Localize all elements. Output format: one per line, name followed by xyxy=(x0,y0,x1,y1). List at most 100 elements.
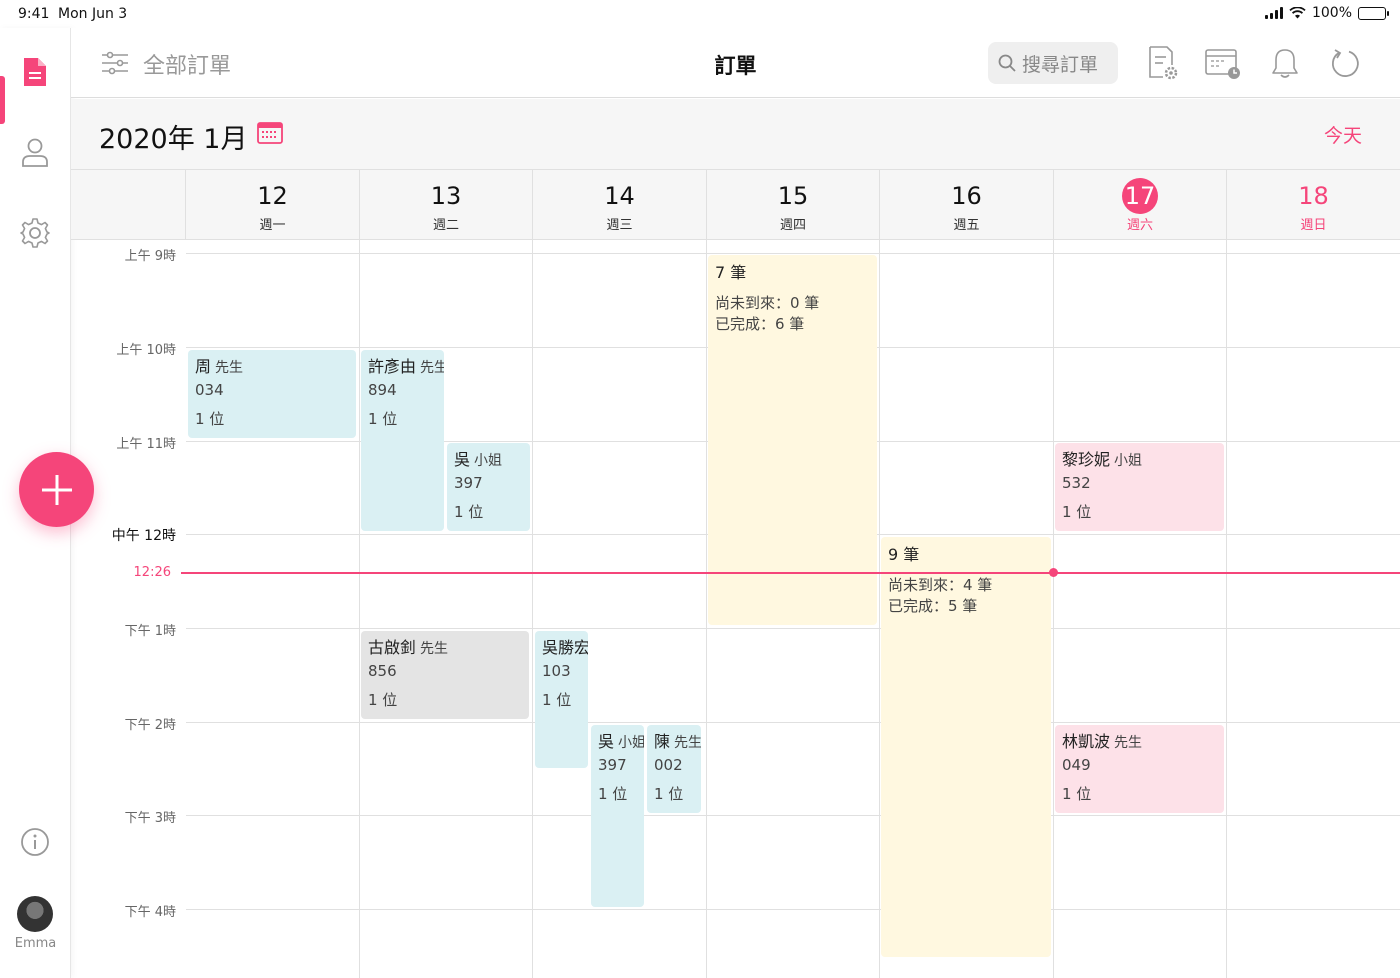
guest-name: 古啟釗 xyxy=(368,638,417,657)
day-column-fri[interactable]: 16 週五 xyxy=(879,170,1053,240)
sidebar-item-settings[interactable] xyxy=(17,215,53,251)
summary-count: 7 筆 xyxy=(715,263,747,282)
party-size: 1 位 xyxy=(542,691,572,709)
guest-name: 許彥由 xyxy=(368,357,417,376)
guest-name: 吳勝宏 xyxy=(542,638,588,657)
day-number: 14 xyxy=(604,182,635,210)
guest-title: 先生 xyxy=(420,641,449,657)
day-column-mon[interactable]: 12 週一 xyxy=(185,170,359,240)
info-icon xyxy=(21,828,49,856)
status-indicators: 100% xyxy=(1264,5,1389,21)
calendar-clock-icon xyxy=(1205,49,1240,79)
status-date: Mon Jun 3 xyxy=(58,6,128,22)
filter-label[interactable]: 全部訂單 xyxy=(143,48,231,80)
current-time-dot xyxy=(1049,568,1058,577)
reservation-card[interactable]: 陳先生 002 1 位 xyxy=(647,725,701,813)
day-summary-fri[interactable]: 9 筆 尚未到來：4 筆 已完成：5 筆 xyxy=(881,537,1051,957)
search-button[interactable]: 搜尋訂單 xyxy=(988,42,1118,84)
party-size: 1 位 xyxy=(368,691,398,709)
reservation-card[interactable]: 古啟釗 先生 856 1 位 xyxy=(361,631,529,719)
grid-column-line xyxy=(359,240,360,978)
refresh-icon xyxy=(1332,49,1359,77)
reservation-code: 397 xyxy=(454,474,483,492)
add-order-button[interactable] xyxy=(19,452,94,527)
day-number: 12 xyxy=(257,182,288,210)
battery-percent: 100% xyxy=(1311,5,1352,21)
day-name: 週日 xyxy=(1300,218,1327,233)
hour-label-noon: 中午 12時 xyxy=(111,528,176,544)
reservation-card[interactable]: 林凱波 先生 049 1 位 xyxy=(1055,725,1224,813)
today-button[interactable]: 今天 xyxy=(1324,121,1362,148)
party-size: 1 位 xyxy=(368,410,398,428)
reservation-card[interactable]: 吳小姐 397 1 位 xyxy=(447,443,530,531)
status-bar: 9:41 Mon Jun 3 100% xyxy=(0,0,1400,28)
calendar-clock-button[interactable] xyxy=(1204,44,1242,82)
hour-label: 上午 10時 xyxy=(116,343,176,358)
hour-label: 下午 3時 xyxy=(124,811,176,826)
filter-sliders-icon[interactable] xyxy=(101,50,129,76)
document-gear-icon xyxy=(1149,46,1178,80)
grid-column-line xyxy=(532,240,533,978)
day-summary-thu[interactable]: 7 筆 尚未到來：0 筆 已完成：6 筆 xyxy=(708,255,877,625)
page-title: 訂單 xyxy=(714,54,757,78)
day-header: 12 週一 13 週二 14 週三 15 週四 16 週五 17 週六 18 週日 xyxy=(71,169,1400,240)
month-header: 2020年 1月 今天 xyxy=(71,99,1400,169)
refresh-button[interactable] xyxy=(1327,44,1365,82)
hour-line xyxy=(186,722,1400,723)
day-name: 週四 xyxy=(779,218,806,233)
hour-label: 下午 4時 xyxy=(124,905,176,920)
bell-icon xyxy=(1272,49,1298,78)
hour-line xyxy=(186,253,1400,254)
day-column-thu[interactable]: 15 週四 xyxy=(706,170,879,240)
reservation-code: 002 xyxy=(654,756,683,774)
calendar-icon[interactable] xyxy=(257,121,283,145)
grid-column-line xyxy=(1226,240,1227,978)
day-number: 16 xyxy=(951,182,982,210)
battery-icon xyxy=(1358,6,1389,20)
gear-icon xyxy=(20,218,50,248)
party-size: 1 位 xyxy=(1062,503,1092,521)
day-column-sun[interactable]: 18 週日 xyxy=(1226,170,1400,240)
sidebar-active-indicator xyxy=(0,76,5,124)
avatar[interactable] xyxy=(17,896,53,932)
hour-label: 上午 9時 xyxy=(124,249,176,264)
day-column-wed[interactable]: 14 週三 xyxy=(532,170,706,240)
hour-label: 下午 2時 xyxy=(124,718,176,733)
reservation-card[interactable]: 許彥由 先生 894 1 位 xyxy=(361,350,444,531)
guest-title: 先生 xyxy=(420,360,444,376)
document-settings-button[interactable] xyxy=(1144,44,1182,82)
day-name: 週六 xyxy=(1126,218,1153,233)
day-name: 週三 xyxy=(606,218,633,233)
day-name: 週一 xyxy=(259,218,286,233)
sidebar-item-info[interactable] xyxy=(17,824,53,860)
wifi-icon xyxy=(1289,7,1306,19)
day-name: 週二 xyxy=(432,218,459,233)
day-column-sat-today[interactable]: 17 週六 xyxy=(1053,170,1226,240)
day-number-today: 17 xyxy=(1122,178,1158,214)
guest-name: 陳 xyxy=(654,732,671,751)
day-column-tue[interactable]: 13 週二 xyxy=(359,170,532,240)
guest-title: 先生 xyxy=(215,360,244,376)
party-size: 1 位 xyxy=(598,785,628,803)
guest-title: 小姐 xyxy=(618,735,644,751)
sidebar-item-customers[interactable] xyxy=(17,134,53,170)
day-name: 週五 xyxy=(953,218,980,233)
sidebar-item-orders[interactable] xyxy=(17,54,53,90)
person-icon xyxy=(22,138,48,167)
reservation-code: 034 xyxy=(195,381,224,399)
hour-line xyxy=(186,815,1400,816)
reservation-card[interactable]: 吳勝宏 103 1 位 xyxy=(535,631,588,768)
reservation-card[interactable]: 黎珍妮 小姐 532 1 位 xyxy=(1055,443,1224,531)
current-time-line xyxy=(181,572,1400,574)
reservation-card[interactable]: 周先生 034 1 位 xyxy=(188,350,356,438)
hour-label: 下午 1時 xyxy=(124,624,176,639)
day-number: 13 xyxy=(430,182,462,210)
notifications-button[interactable] xyxy=(1266,44,1304,82)
reservation-code: 397 xyxy=(598,756,627,774)
signal-icon xyxy=(1264,7,1283,19)
guest-name: 吳 xyxy=(598,732,615,751)
grid-column-line xyxy=(1053,240,1054,978)
summary-count: 9 筆 xyxy=(888,545,920,564)
reservation-card[interactable]: 吳小姐 397 1 位 xyxy=(591,725,644,907)
hour-line xyxy=(186,909,1400,910)
